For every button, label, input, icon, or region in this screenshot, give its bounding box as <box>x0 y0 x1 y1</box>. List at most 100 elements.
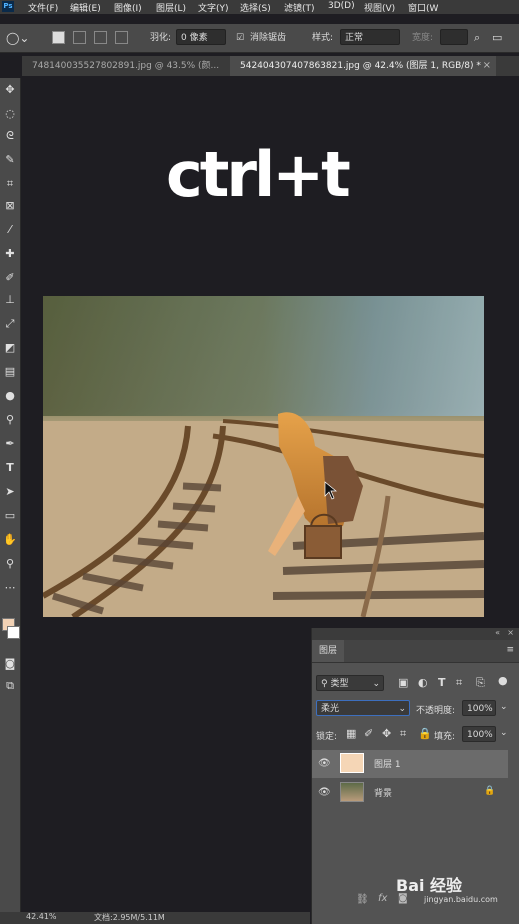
visibility-eye-icon[interactable]: 👁 <box>318 758 331 769</box>
lock-all-icon[interactable]: 🔒 <box>418 727 432 740</box>
feather-label: 羽化: <box>150 33 172 43</box>
background-color-swatch[interactable] <box>7 626 20 639</box>
healing-brush-tool-icon[interactable]: ✚ <box>2 246 18 262</box>
lock-artboard-icon[interactable]: ⌗ <box>400 727 406 741</box>
lock-position-icon[interactable]: ✥ <box>382 727 391 740</box>
chevron-down-icon[interactable]: ⌄ <box>500 728 508 738</box>
lock-transparent-icon[interactable]: ▦ <box>346 727 356 740</box>
adjustment-filter-icon[interactable]: ◐ <box>418 676 428 689</box>
visibility-eye-icon[interactable]: 👁 <box>318 787 331 798</box>
clone-stamp-tool-icon[interactable]: ⊥ <box>2 292 18 308</box>
new-selection-icon[interactable] <box>52 31 65 44</box>
blend-mode-select[interactable]: 柔光 ⌄ <box>316 700 410 716</box>
close-icon[interactable]: × <box>507 628 514 637</box>
fx-icon[interactable]: fx <box>378 893 387 904</box>
path-select-tool-icon[interactable]: ➤ <box>2 484 18 500</box>
quick-mask-icon[interactable]: ◙ <box>2 656 18 672</box>
overlay-caption: ctrl+t <box>166 138 351 211</box>
status-bar: 42.41% 文档:2.95M/5.11M <box>0 912 310 924</box>
move-tool-icon[interactable]: ✥ <box>2 82 18 98</box>
frame-tool-icon[interactable]: ⊠ <box>2 198 18 214</box>
pen-tool-icon[interactable]: ✒ <box>2 436 18 452</box>
pixel-filter-icon[interactable]: ▣ <box>398 676 408 689</box>
collapse-icon[interactable]: « <box>495 628 500 637</box>
style-label: 样式: <box>312 33 334 43</box>
rectangle-tool-icon[interactable]: ▭ <box>2 508 18 524</box>
layer-name: 背景 <box>374 789 393 799</box>
menu-file[interactable]: 文件(F) <box>28 1 58 14</box>
layers-tab-row: 图层 ≡ <box>312 640 519 663</box>
menu-view[interactable]: 视图(V) <box>364 1 395 14</box>
gradient-tool-icon[interactable]: ▤ <box>2 364 18 380</box>
blur-tool-icon[interactable]: ● <box>2 388 18 404</box>
eraser-tool-icon[interactable]: ◩ <box>2 340 18 356</box>
ellipse-marquee-icon[interactable]: ◯⌄ <box>6 30 29 46</box>
menu-filter[interactable]: 滤镜(T) <box>284 1 315 14</box>
close-icon[interactable]: × <box>483 56 491 76</box>
opacity-input[interactable]: 100% <box>462 700 496 716</box>
more-tools-icon[interactable]: ⋯ <box>2 580 18 596</box>
type-filter-icon[interactable]: T <box>438 676 446 689</box>
tab-label: 542404307407863821.jpg @ 42.4% (图层 1, RG… <box>240 61 481 71</box>
tab-label: 748140035527802891.jpg @ 43.5% (颜... <box>32 61 220 71</box>
blend-mode-value: 柔光 <box>321 704 340 714</box>
zoom-tool-icon[interactable]: ⚲ <box>2 556 18 572</box>
menu-type[interactable]: 文字(Y) <box>198 1 229 14</box>
document-image[interactable] <box>43 296 484 617</box>
menu-edit[interactable]: 编辑(E) <box>70 1 101 14</box>
menu-3d[interactable]: 3D(D) <box>328 1 355 11</box>
lasso-tool-icon[interactable]: ᘓ <box>2 128 18 144</box>
style-select[interactable]: 正常 <box>340 29 400 45</box>
photoshop-logo-icon: Ps <box>2 1 14 12</box>
tools-panel: ✥ ◌ ᘓ ✎ ⌗ ⊠ ⁄ ✚ ✐ ⊥ ⤢ ◩ ▤ ● ⚲ ✒ T ➤ ▭ ✋ … <box>0 78 21 924</box>
crop-tool-icon[interactable]: ⌗ <box>2 176 18 192</box>
filter-toggle-icon[interactable]: ● <box>498 674 508 687</box>
width-input[interactable] <box>440 29 468 45</box>
antialias-label: 消除锯齿 <box>250 33 287 43</box>
menu-window[interactable]: 窗口(W <box>408 1 438 14</box>
menu-layer[interactable]: 图层(L) <box>156 1 186 14</box>
search-icon[interactable]: ⌕ <box>474 30 480 46</box>
type-tool-icon[interactable]: T <box>2 460 18 476</box>
chevron-down-icon: ⌄ <box>398 704 406 714</box>
filter-type-select[interactable]: ⚲ 类型 ⌄ <box>316 675 384 691</box>
lock-icon: 🔒 <box>484 786 496 796</box>
add-selection-icon[interactable] <box>73 31 86 44</box>
tab-layers[interactable]: 图层 <box>312 640 345 662</box>
layer-thumbnail <box>340 753 364 773</box>
ellipse-marquee-tool-icon[interactable]: ◌ <box>2 106 18 122</box>
filter-type-value: 类型 <box>330 679 349 689</box>
lock-pixels-icon[interactable]: ✐ <box>364 727 373 740</box>
subtract-selection-icon[interactable] <box>94 31 107 44</box>
zoom-level[interactable]: 42.41% <box>26 912 57 921</box>
panel-menu-icon[interactable]: ≡ <box>506 645 514 655</box>
hand-tool-icon[interactable]: ✋ <box>2 532 18 548</box>
layer-row[interactable]: 👁 背景 🔒 <box>312 779 508 807</box>
chevron-down-icon[interactable]: ⌄ <box>500 702 508 712</box>
quick-select-tool-icon[interactable]: ✎ <box>2 152 18 168</box>
tab-document-2[interactable]: 542404307407863821.jpg @ 42.4% (图层 1, RG… <box>230 56 496 76</box>
watermark-url: jingyan.baidu.com <box>424 895 498 904</box>
fill-input[interactable]: 100% <box>462 726 496 742</box>
dodge-tool-icon[interactable]: ⚲ <box>2 412 18 428</box>
eyedropper-tool-icon[interactable]: ⁄ <box>2 222 18 238</box>
smart-object-filter-icon[interactable]: ⎘ <box>476 676 485 690</box>
workspace-icon[interactable]: ▭ <box>492 30 502 46</box>
menu-select[interactable]: 选择(S) <box>240 1 271 14</box>
fill-label: 填充: <box>434 732 456 742</box>
feather-input[interactable]: 0 像素 <box>176 29 226 45</box>
intersect-selection-icon[interactable] <box>115 31 128 44</box>
link-layers-icon[interactable]: ⛓ <box>356 894 369 905</box>
layer-thumbnail <box>340 782 364 802</box>
brush-tool-icon[interactable]: ✐ <box>2 270 18 286</box>
panel-header: « × <box>312 628 519 640</box>
chevron-down-icon: ⌄ <box>372 679 380 689</box>
history-brush-tool-icon[interactable]: ⤢ <box>2 316 18 332</box>
antialias-checkbox[interactable]: ☑ <box>236 30 244 46</box>
shape-filter-icon[interactable]: ⌗ <box>456 676 462 690</box>
layer-row[interactable]: 👁 图层 1 <box>312 750 508 778</box>
screen-mode-icon[interactable]: ⧉ <box>2 678 18 694</box>
tab-document-1[interactable]: 748140035527802891.jpg @ 43.5% (颜... <box>22 56 230 76</box>
watermark-logo: Bai 经验 <box>396 876 463 895</box>
menu-image[interactable]: 图像(I) <box>114 1 142 14</box>
